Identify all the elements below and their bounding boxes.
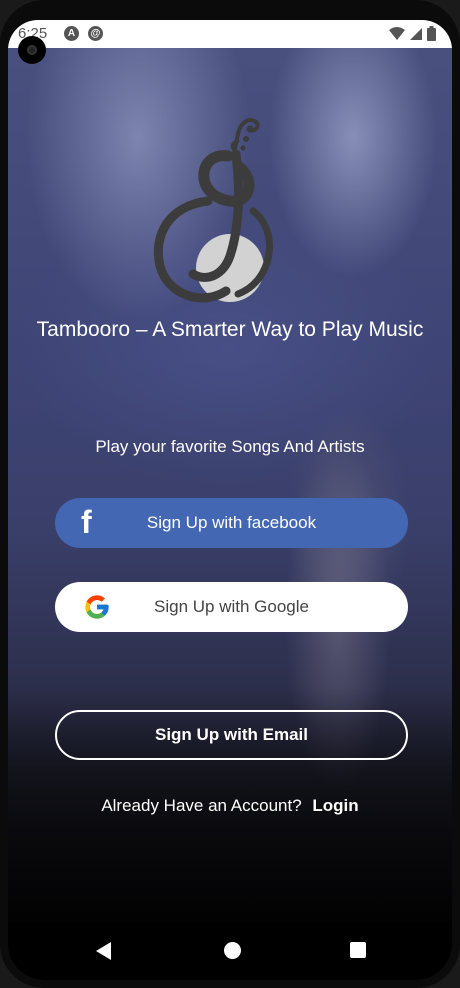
login-prompt: Already Have an Account?	[101, 796, 302, 815]
facebook-icon: f	[81, 504, 92, 540]
email-signup-button[interactable]: Sign Up with Email	[55, 710, 408, 760]
device-frame: 6:25 A @ Tambooro – A Smarter Way to Pla…	[0, 0, 460, 988]
tambooro-logo-icon	[153, 117, 273, 303]
camera-cutout	[18, 36, 46, 64]
cellular-icon	[410, 27, 422, 40]
app-tagline: Tambooro – A Smarter Way to Play Music	[36, 318, 424, 341]
wifi-icon	[389, 26, 405, 40]
app-screen: 6:25 A @ Tambooro – A Smarter Way to Pla…	[8, 20, 452, 980]
system-nav-bar	[8, 922, 452, 980]
status-bar: 6:25 A @	[8, 20, 452, 48]
google-icon	[85, 595, 109, 619]
facebook-button-label: Sign Up with facebook	[146, 513, 317, 532]
login-link[interactable]: Login	[312, 796, 358, 815]
google-signup-button[interactable]: Sign Up with Google	[55, 582, 408, 632]
battery-icon	[427, 26, 436, 41]
facebook-signup-button[interactable]: f Sign Up with facebook	[55, 498, 408, 548]
google-button-label: Sign Up with Google	[154, 597, 309, 616]
a-icon: A	[64, 26, 79, 41]
status-icons	[389, 26, 436, 41]
subtitle: Play your favorite Songs And Artists	[95, 437, 365, 456]
recents-icon[interactable]	[350, 942, 366, 958]
email-button-label: Sign Up with Email	[154, 725, 308, 744]
back-icon[interactable]	[96, 942, 111, 960]
login-row: Already Have an Account? Login	[8, 796, 452, 816]
home-icon[interactable]	[224, 942, 241, 959]
sync-icon: @	[88, 26, 103, 41]
